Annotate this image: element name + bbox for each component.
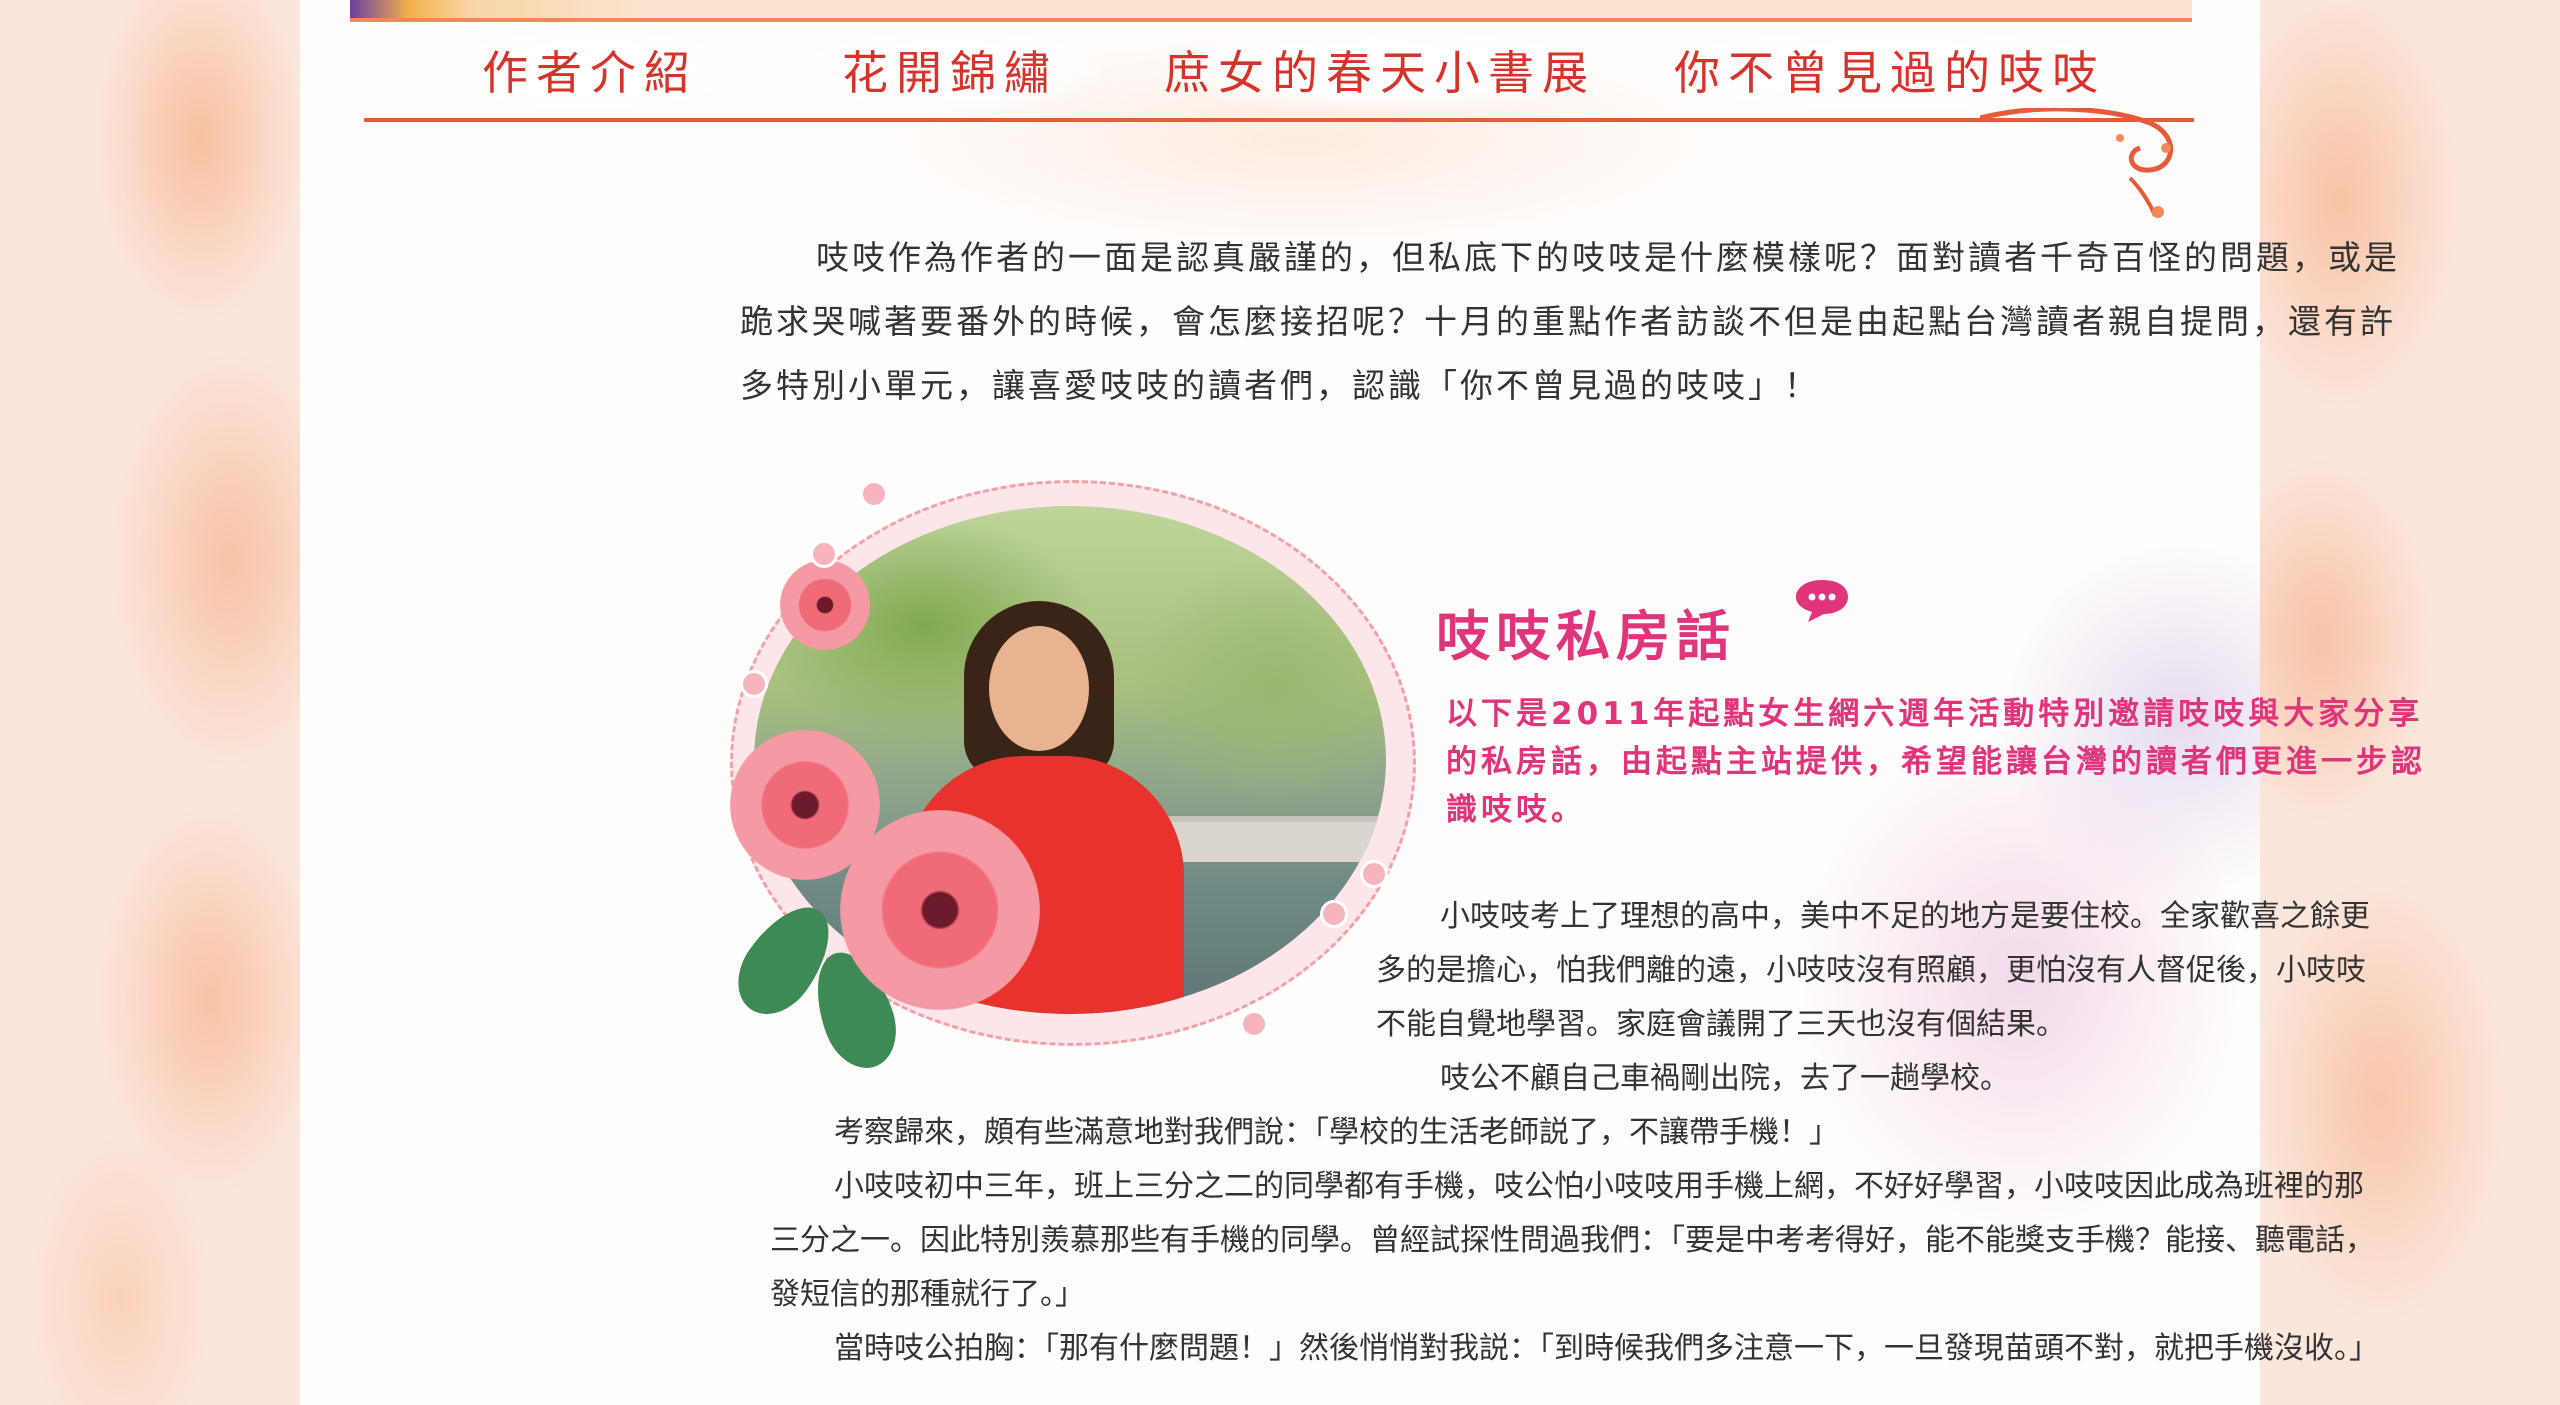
petal-dot-decoration [740,670,768,698]
photo-person-face [989,626,1089,751]
private-talk-description: 以下是2011年起點女生網六週年活動特別邀請吱吱與大家分享的私房話，由起點主站提… [1446,696,2426,828]
article-paragraph: 當時吱公拍胸：「那有什麼問題！」然後悄悄對我説：「到時候我們多注意一下，一旦發現… [834,1332,2379,1365]
watercolor-background-left [0,0,300,1405]
article-paragraph: 吱公不顧自己車禍剛出院，去了一趟學校。 [1440,1062,2010,1095]
article-body: 小吱吱考上了理想的高中，美中不足的地方是要住校。全家歡喜之餘更多的是擔心，怕我們… [770,890,2380,1376]
speech-bubble-icon [1796,580,1848,622]
nav-item-blooming-brocade[interactable]: 花開錦繡 [800,30,1100,110]
main-content: 作者介紹 花開錦繡 庶女的春天小書展 你不曾見過的吱吱 吱吱作為作者的一面是認真… [300,0,2422,1405]
private-talk-title: 吱吱私房話 [1436,605,1736,668]
nav-item-unseen-zhizhi[interactable]: 你不曾見過的吱吱 [1650,30,2130,110]
floral-swirl-ornament [1980,108,2174,218]
article-paragraph: 考察歸來，頗有些滿意地對我們說：「學校的生活老師説了，不讓帶手機！」 [834,1116,1839,1149]
nav-item-author-intro[interactable]: 作者介紹 [440,30,740,110]
top-banner-strip [350,0,2192,22]
article-paragraph: 小吱吱初中三年，班上三分之二的同學都有手機，吱公怕小吱吱用手機上網，不好好學習，… [770,1170,2375,1311]
petal-dot-decoration [810,540,838,568]
nav-item-book-exhibition[interactable]: 庶女的春天小書展 [1160,30,1600,110]
intro-paragraph: 吱吱作為作者的一面是認真嚴謹的，但私底下的吱吱是什麼模樣呢？面對讀者千奇百怪的問… [740,238,2400,405]
flower-decoration [780,560,870,650]
nav-divider-line [364,118,2194,122]
petal-dot-decoration [1360,860,1388,888]
main-nav: 作者介紹 花開錦繡 庶女的春天小書展 你不曾見過的吱吱 [360,30,2190,120]
article-paragraph: 小吱吱考上了理想的高中，美中不足的地方是要住校。全家歡喜之餘更多的是擔心，怕我們… [1376,900,2370,1041]
petal-dot-decoration [860,480,888,508]
